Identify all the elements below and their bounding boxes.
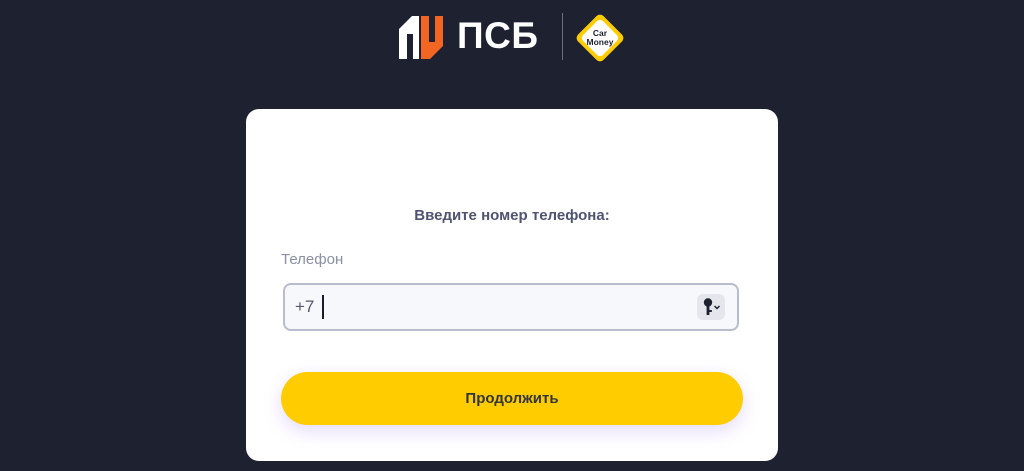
continue-button[interactable]: Продолжить [281, 372, 743, 425]
carmoney-logo-line2: Money [587, 37, 614, 47]
text-cursor [322, 295, 324, 319]
psb-logo-icon [399, 16, 443, 59]
brand-name: ПСБ [457, 15, 539, 56]
password-manager-button[interactable] [697, 294, 725, 320]
phone-input[interactable]: +7 [283, 283, 739, 331]
carmoney-logo-icon: Car Money [576, 14, 624, 62]
key-icon [703, 298, 721, 315]
header: ПСБ Car Money [0, 0, 1024, 72]
phone-prompt: Введите номер телефона: [414, 207, 610, 224]
chevron-down-icon [713, 305, 721, 310]
page: ПСБ Car Money Введите номер телефона: Те… [0, 0, 1024, 471]
phone-prefix: +7 [295, 297, 315, 316]
logo-divider [562, 13, 563, 60]
login-card: Введите номер телефона: Телефон +7 Продо… [246, 109, 778, 461]
phone-label: Телефон [281, 251, 344, 268]
